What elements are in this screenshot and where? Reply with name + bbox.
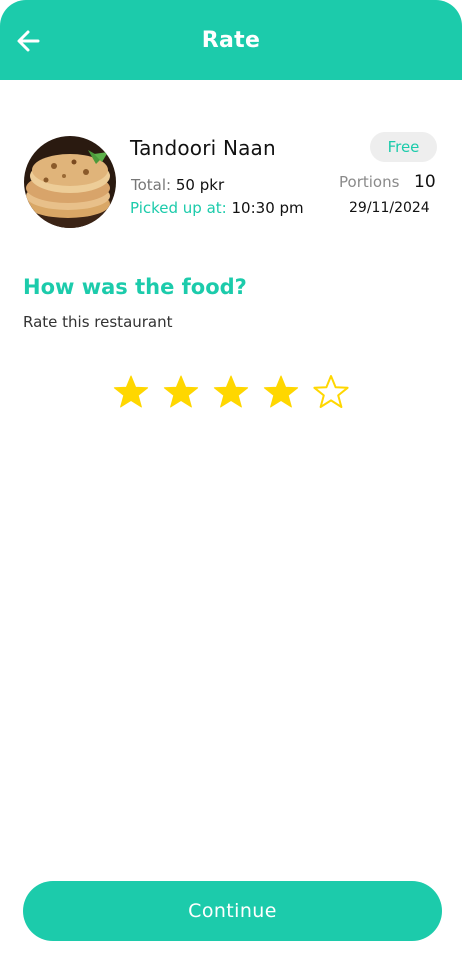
total-label: Total: <box>131 176 172 194</box>
portions-label: Portions <box>339 173 400 191</box>
star-empty-icon[interactable] <box>312 374 350 412</box>
continue-button[interactable]: Continue <box>23 881 442 941</box>
star-rating <box>112 374 352 414</box>
total-row: Total: 50 pkr <box>131 176 224 194</box>
star-filled-icon[interactable] <box>112 374 150 412</box>
pickup-date: 29/11/2024 <box>349 200 430 216</box>
price-badge: Free <box>370 132 437 162</box>
feedback-subtext: Rate this restaurant <box>23 313 173 331</box>
pickup-time: 10:30 pm <box>231 199 304 217</box>
feedback-question: How was the food? <box>23 275 247 299</box>
star-filled-icon[interactable] <box>162 374 200 412</box>
food-name: Tandoori Naan <box>130 136 276 160</box>
pickup-label: Picked up at: <box>130 199 227 217</box>
total-value: 50 pkr <box>175 176 225 194</box>
food-image <box>24 136 116 228</box>
star-filled-icon[interactable] <box>262 374 300 412</box>
star-filled-icon[interactable] <box>212 374 250 412</box>
portions-value: 10 <box>414 172 436 192</box>
page-title: Rate <box>201 28 261 53</box>
header-bar: Rate <box>0 0 462 80</box>
pickup-row: Picked up at: 10:30 pm <box>130 199 304 217</box>
rate-screen: Rate Tandoori Naan Free Total: 50 pkr Pi… <box>0 0 462 975</box>
